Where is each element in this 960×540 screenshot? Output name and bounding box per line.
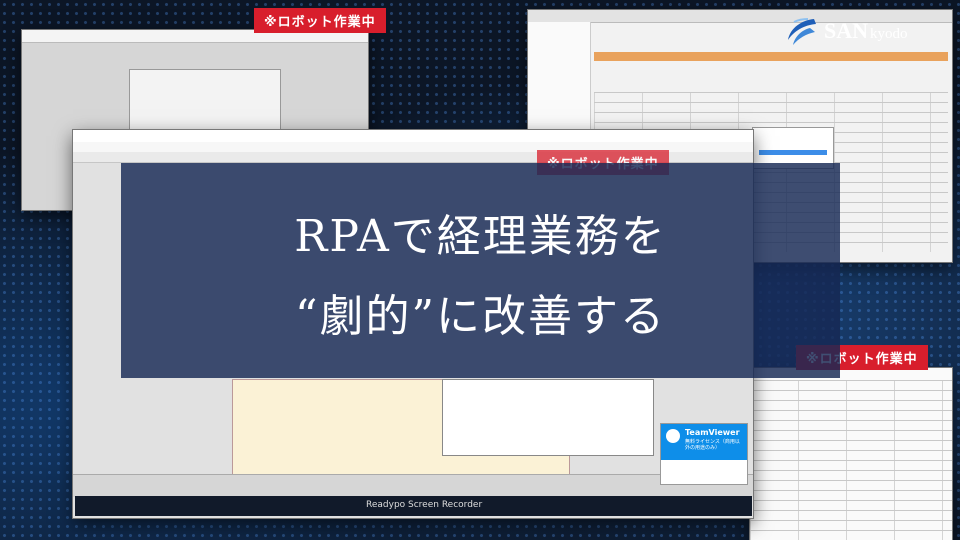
- orange-header-bar: [594, 52, 948, 61]
- teamviewer-popup: TeamViewer 無料ライセンス（商用以外の用途のみ）: [661, 424, 747, 484]
- teamviewer-icon: [666, 429, 680, 443]
- form-area-right: [443, 380, 653, 455]
- headline-overlay: [121, 163, 840, 378]
- function-key-bar: [73, 474, 753, 497]
- logo-san: SAN: [824, 18, 869, 43]
- logo-kyodo: kyodo: [870, 26, 908, 42]
- progress-dialog: [753, 128, 833, 168]
- headline-line-1: RPAで経理業務を: [294, 211, 667, 262]
- teamviewer-subtitle: 無料ライセンス（商用以外の用途のみ）: [685, 439, 740, 451]
- teamviewer-header: TeamViewer 無料ライセンス（商用以外の用途のみ）: [661, 424, 747, 460]
- teamviewer-title: TeamViewer: [685, 428, 740, 437]
- san-kyodo-logo: SAN kyodo: [784, 14, 952, 50]
- headline-line-2: “劇的”に改善する: [295, 291, 666, 342]
- progress-bar: [759, 150, 827, 155]
- robot-working-badge-1: ※ロボット作業中: [254, 8, 386, 33]
- spreadsheet-grid: [750, 380, 952, 540]
- recorder-watermark: Readypo Screen Recorder: [366, 500, 483, 510]
- swoosh-logo-icon: [788, 18, 816, 45]
- logo-text: SAN kyodo: [824, 18, 908, 44]
- screenshot-window-bottom-right: [750, 368, 952, 540]
